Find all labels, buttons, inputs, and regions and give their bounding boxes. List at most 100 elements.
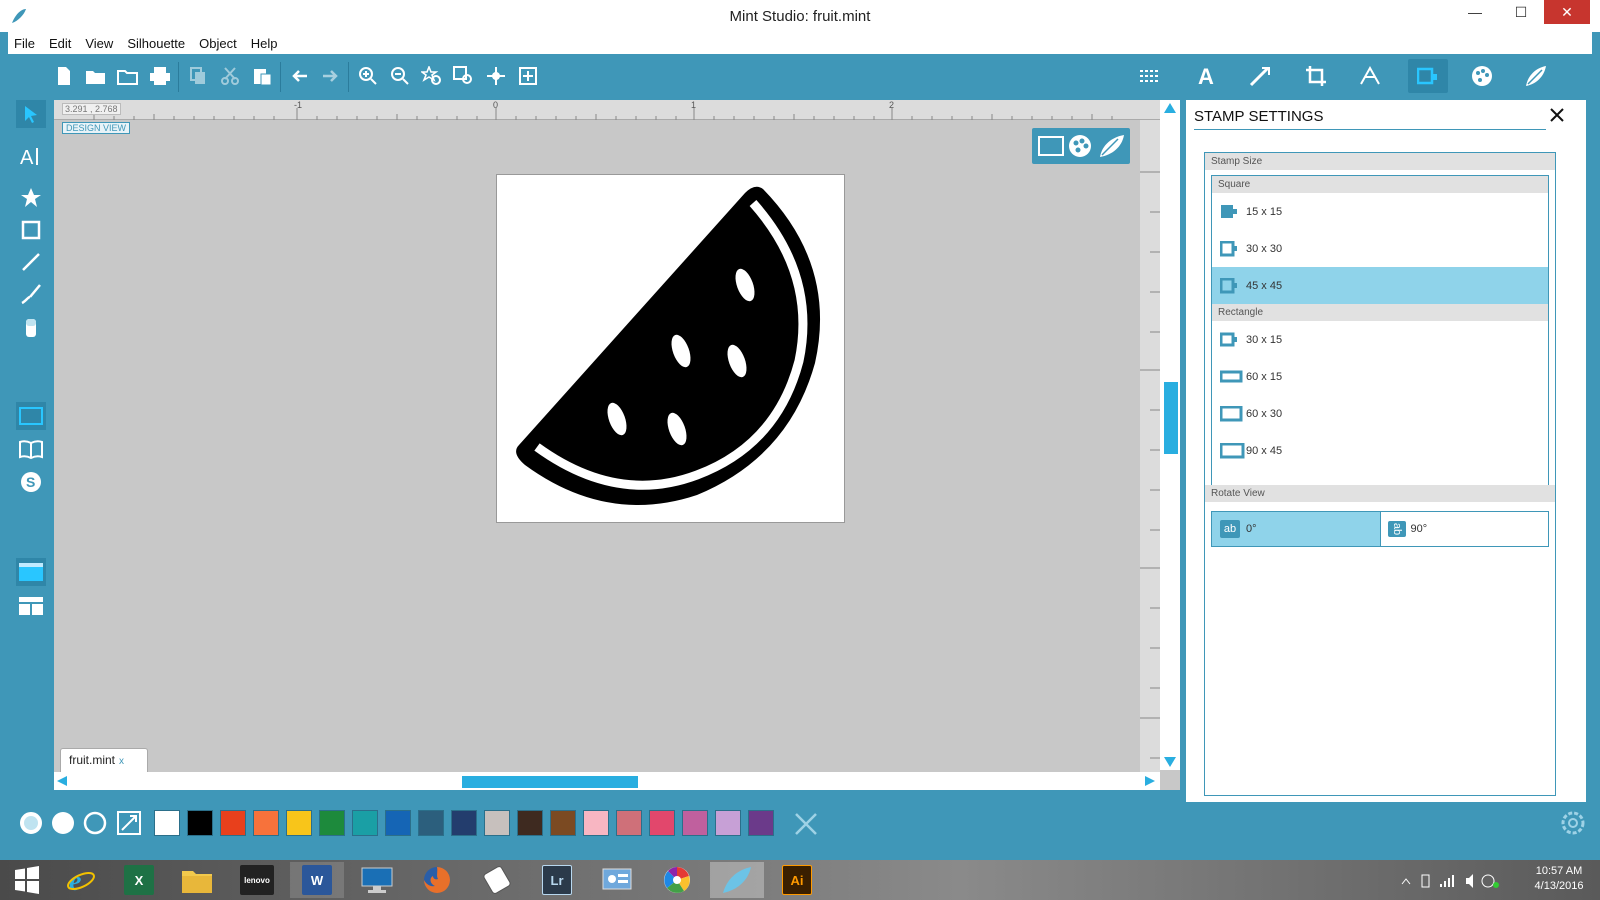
windows-start-icon[interactable] — [0, 862, 54, 898]
lenovo-monitor-icon[interactable] — [350, 862, 404, 898]
zoom-fit-icon[interactable] — [452, 64, 476, 88]
vertical-scroll-thumb[interactable] — [1164, 382, 1178, 454]
menu-silhouette[interactable]: Silhouette — [127, 36, 185, 51]
stroke-color-icon[interactable] — [82, 810, 108, 836]
stamp-page[interactable] — [496, 174, 845, 523]
illustrator-icon[interactable]: Ai — [770, 862, 824, 898]
fill-color-icon[interactable] — [50, 810, 76, 836]
color-swatch[interactable] — [616, 810, 642, 836]
size-option-15x15[interactable]: 15 x 15 — [1212, 193, 1548, 230]
eraser-tool-icon[interactable] — [16, 314, 46, 342]
color-swatch[interactable] — [748, 810, 774, 836]
picasa-icon[interactable] — [650, 862, 704, 898]
color-swatch[interactable] — [385, 810, 411, 836]
mint-studio-taskbar-icon[interactable] — [710, 862, 764, 898]
lenovo-photos-icon[interactable]: lenovo — [230, 862, 284, 898]
open-folder-icon[interactable] — [84, 64, 108, 88]
palette-view-icon[interactable] — [1068, 134, 1092, 158]
size-option-30x30[interactable]: 30 x 30 — [1212, 230, 1548, 267]
minimize-button[interactable]: — — [1452, 0, 1498, 24]
color-palette-icon[interactable] — [1470, 64, 1494, 88]
color-swatch[interactable] — [253, 810, 279, 836]
size-option-60x30[interactable]: 60 x 30 — [1212, 395, 1548, 432]
color-swatch[interactable] — [550, 810, 576, 836]
lightroom-icon[interactable]: Lr — [530, 862, 584, 898]
control-panel-icon[interactable] — [590, 862, 644, 898]
settings-gear-icon[interactable] — [1560, 810, 1586, 836]
size-option-30x15[interactable]: 30 x 15 — [1212, 321, 1548, 358]
color-swatch[interactable] — [451, 810, 477, 836]
zoom-in-icon[interactable] — [356, 64, 380, 88]
split-panel-view-icon[interactable] — [16, 592, 46, 620]
menu-view[interactable]: View — [85, 36, 113, 51]
rectangle-tool-icon[interactable] — [16, 216, 46, 244]
design-view-icon[interactable] — [16, 402, 46, 430]
zoom-selection-icon[interactable] — [420, 64, 444, 88]
color-swatch[interactable] — [154, 810, 180, 836]
color-swatch[interactable] — [286, 810, 312, 836]
color-swatch[interactable] — [583, 810, 609, 836]
gradient-icon[interactable] — [116, 810, 142, 836]
watermelon-image[interactable] — [497, 175, 846, 524]
redo-icon[interactable] — [318, 64, 342, 88]
page-settings-icon[interactable] — [1138, 64, 1162, 88]
horizontal-scrollbar[interactable] — [54, 772, 1160, 790]
rotate-0-button[interactable]: ab 0° — [1212, 512, 1380, 546]
menu-object[interactable]: Object — [199, 36, 237, 51]
crop-icon[interactable] — [1304, 64, 1328, 88]
scroll-down-icon[interactable] — [1163, 756, 1177, 768]
silhouette-icon[interactable]: S — [16, 468, 46, 496]
mint-library-icon[interactable] — [1524, 64, 1548, 88]
maximize-button[interactable]: ☐ — [1498, 0, 1544, 24]
open-recent-icon[interactable] — [116, 64, 140, 88]
single-panel-view-icon[interactable] — [16, 558, 46, 586]
color-swatch[interactable] — [418, 810, 444, 836]
color-swatch[interactable] — [220, 810, 246, 836]
rotate-90-button[interactable]: ab 90° — [1379, 512, 1549, 546]
new-document-icon[interactable] — [52, 64, 76, 88]
scroll-left-icon[interactable] — [56, 775, 68, 787]
zoom-out-icon[interactable] — [388, 64, 412, 88]
firefox-icon[interactable] — [410, 862, 464, 898]
print-icon[interactable] — [148, 64, 172, 88]
size-option-60x15[interactable]: 60 x 15 — [1212, 358, 1548, 395]
size-option-45x45[interactable]: 45 x 45 — [1212, 267, 1548, 304]
color-swatch[interactable] — [682, 810, 708, 836]
color-swatch[interactable] — [517, 810, 543, 836]
menu-help[interactable]: Help — [251, 36, 278, 51]
color-swatch[interactable] — [352, 810, 378, 836]
no-color-icon[interactable] — [794, 812, 818, 836]
trace-icon[interactable] — [1358, 64, 1382, 88]
system-tray-icons[interactable] — [1400, 872, 1510, 890]
color-swatch[interactable] — [484, 810, 510, 836]
copy-icon[interactable] — [186, 64, 210, 88]
star-tool-icon[interactable] — [16, 184, 46, 212]
color-swatch[interactable] — [319, 810, 345, 836]
scroll-right-icon[interactable] — [1144, 775, 1156, 787]
color-swatch[interactable] — [187, 810, 213, 836]
paste-icon[interactable] — [250, 64, 274, 88]
close-button[interactable]: ✕ — [1544, 0, 1590, 24]
text-style-icon[interactable]: A — [1194, 64, 1218, 88]
menu-file[interactable]: File — [14, 36, 35, 51]
color-swatch[interactable] — [715, 810, 741, 836]
line-tool-icon[interactable] — [16, 248, 46, 276]
fit-page-icon[interactable] — [516, 64, 540, 88]
vertical-scrollbar[interactable] — [1160, 100, 1180, 770]
leaf-view-icon[interactable] — [1098, 133, 1126, 159]
excel-icon[interactable]: X — [112, 862, 166, 898]
undo-icon[interactable] — [288, 64, 312, 88]
horizontal-scroll-thumb[interactable] — [462, 776, 638, 788]
pen-tool-icon[interactable] — [16, 280, 46, 308]
size-option-90x45[interactable]: 90 x 45 — [1212, 432, 1548, 469]
rectangle-view-icon[interactable] — [1038, 135, 1064, 157]
system-clock[interactable]: 10:57 AM 4/13/2016 — [1520, 864, 1598, 894]
color-swatch[interactable] — [649, 810, 675, 836]
cut-icon[interactable] — [218, 64, 242, 88]
scroll-up-icon[interactable] — [1163, 102, 1177, 114]
internet-explorer-icon[interactable]: e — [54, 862, 108, 898]
dhzw-tool-icon[interactable] — [470, 862, 524, 898]
panel-close-icon[interactable] — [1548, 106, 1566, 124]
file-explorer-icon[interactable] — [170, 862, 224, 898]
book-view-icon[interactable] — [16, 436, 46, 464]
